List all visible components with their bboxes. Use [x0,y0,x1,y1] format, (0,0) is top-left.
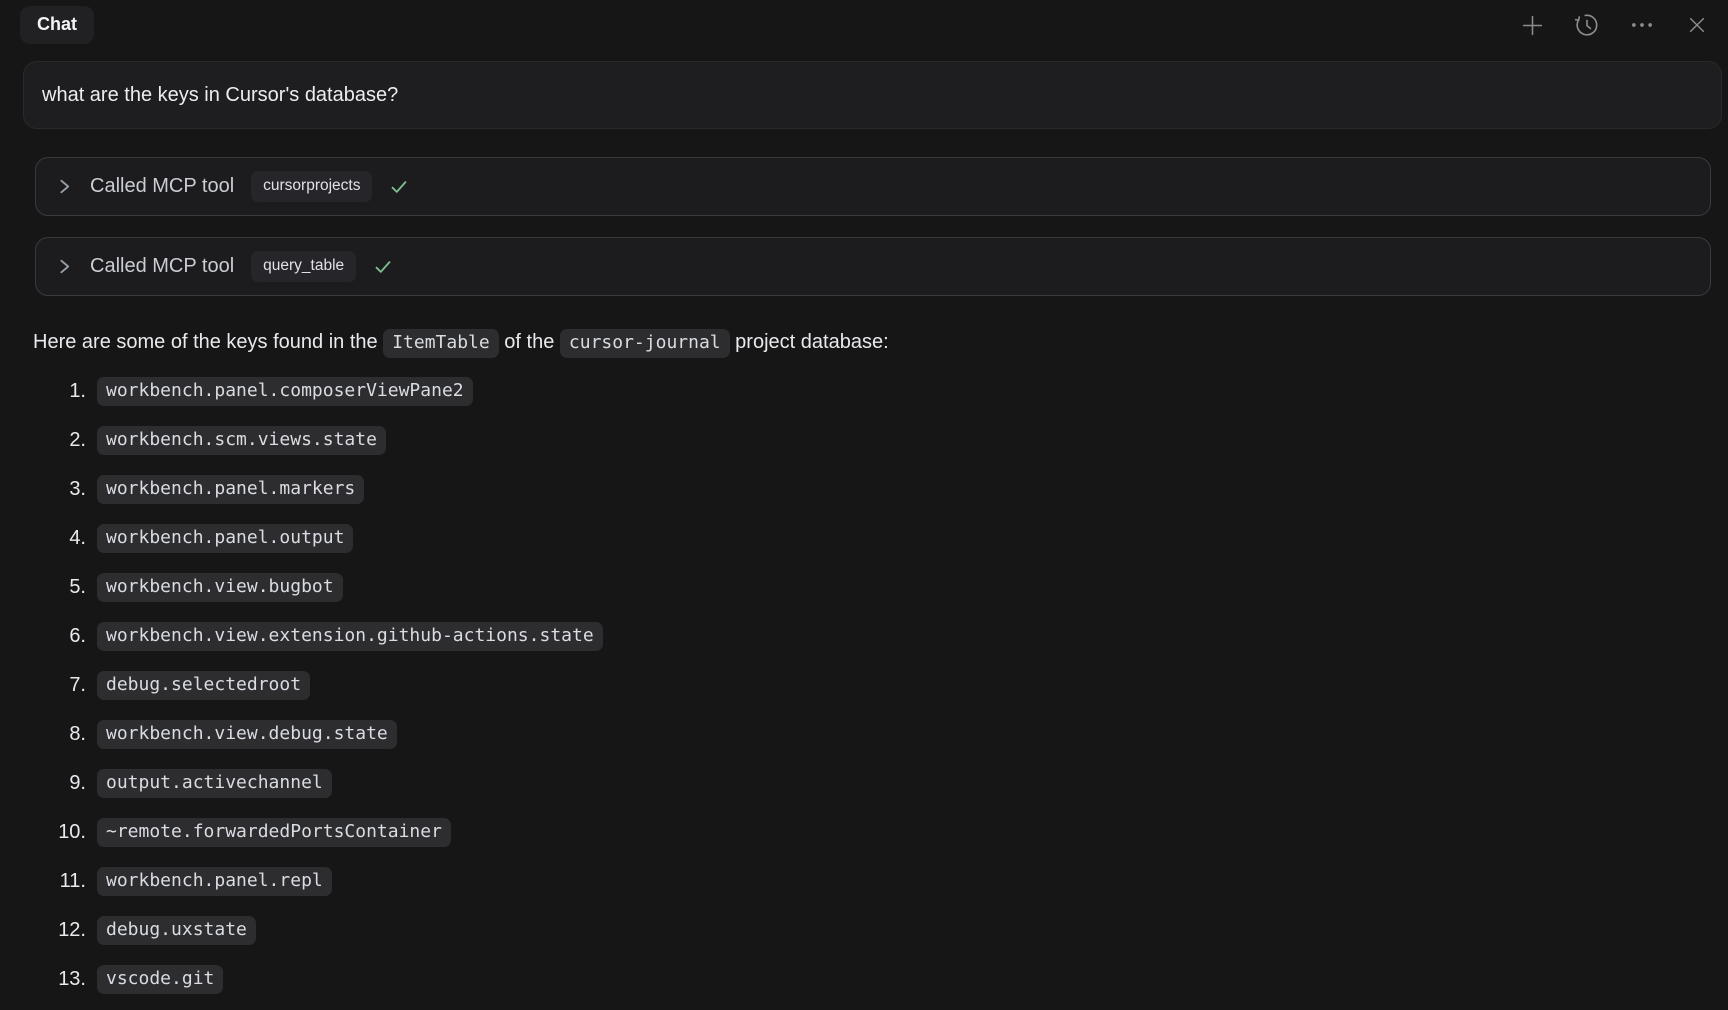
check-icon [373,257,393,277]
list-item-number: 13. [33,968,86,991]
key-code-badge: workbench.panel.repl [97,867,332,896]
list-item: 6. workbench.view.extension.github-actio… [33,620,1708,653]
key-code-badge: vscode.git [97,965,223,994]
list-item: 5. workbench.view.bugbot [33,571,1708,604]
list-item-number: 5. [33,576,86,599]
list-item: 9. output.activechannel [33,767,1708,800]
tool-call-row-cursorprojects[interactable]: Called MCP tool cursorprojects [35,157,1711,216]
list-item: 8. workbench.view.debug.state [33,718,1708,751]
history-button[interactable] [1574,12,1600,38]
key-code-badge: ~remote.forwardedPortsContainer [97,818,451,847]
list-item: 7. debug.selectedroot [33,669,1708,702]
list-item-number: 12. [33,919,86,942]
list-item-number: 10. [33,821,86,844]
database-keys-list: 1. workbench.panel.composerViewPane2 2. … [33,375,1708,996]
assistant-intro: Here are some of the keys found in the I… [33,329,1708,355]
history-icon [1574,12,1600,38]
check-icon [389,177,409,197]
list-item: 4. workbench.panel.output [33,522,1708,555]
chat-tab[interactable]: Chat [20,6,94,44]
tool-call-label: Called MCP tool [90,175,234,198]
inline-code-itemtable: ItemTable [383,329,499,358]
key-code-badge: workbench.panel.markers [97,475,364,504]
key-code-badge: debug.uxstate [97,916,256,945]
header-actions [1519,12,1710,38]
more-options-button[interactable] [1629,12,1655,38]
list-item-number: 2. [33,429,86,452]
plus-icon [1520,13,1545,38]
intro-text: project database: [730,331,889,353]
key-code-badge: output.activechannel [97,769,332,798]
intro-text: of the [499,331,560,353]
chevron-right-icon [56,178,73,195]
close-button[interactable] [1684,12,1710,38]
chevron-right-icon [56,258,73,275]
list-item: 2. workbench.scm.views.state [33,424,1708,457]
tool-name-badge: query_table [251,251,356,281]
list-item-number: 7. [33,674,86,697]
list-item-number: 11. [33,870,86,893]
ellipsis-icon [1629,12,1655,38]
key-code-badge: workbench.view.debug.state [97,720,397,749]
list-item-number: 4. [33,527,86,550]
key-code-badge: workbench.panel.output [97,524,353,553]
key-code-badge: debug.selectedroot [97,671,310,700]
intro-text: Here are some of the keys found in the [33,331,383,353]
list-item-number: 1. [33,380,86,403]
inline-code-cursor-journal: cursor-journal [560,329,730,358]
assistant-message: Here are some of the keys found in the I… [33,329,1708,996]
tool-call-label: Called MCP tool [90,255,234,278]
user-message-bubble: what are the keys in Cursor's database? [23,61,1722,129]
new-chat-button[interactable] [1519,12,1545,38]
list-item: 11. workbench.panel.repl [33,865,1708,898]
tool-call-row-query-table[interactable]: Called MCP tool query_table [35,237,1711,296]
list-item: 3. workbench.panel.markers [33,473,1708,506]
list-item-number: 9. [33,772,86,795]
list-item: 10. ~remote.forwardedPortsContainer [33,816,1708,849]
key-code-badge: workbench.panel.composerViewPane2 [97,377,473,406]
list-item-number: 8. [33,723,86,746]
list-item-number: 6. [33,625,86,648]
key-code-badge: workbench.scm.views.state [97,426,386,455]
list-item: 1. workbench.panel.composerViewPane2 [33,375,1708,408]
user-message-text: what are the keys in Cursor's database? [42,84,398,106]
list-item: 12. debug.uxstate [33,914,1708,947]
window-header: Chat [0,0,1728,46]
tool-name-badge: cursorprojects [251,171,372,201]
list-item-number: 3. [33,478,86,501]
key-code-badge: workbench.view.bugbot [97,573,343,602]
close-icon [1686,14,1708,36]
list-item: 13. vscode.git [33,963,1708,996]
key-code-badge: workbench.view.extension.github-actions.… [97,622,603,651]
